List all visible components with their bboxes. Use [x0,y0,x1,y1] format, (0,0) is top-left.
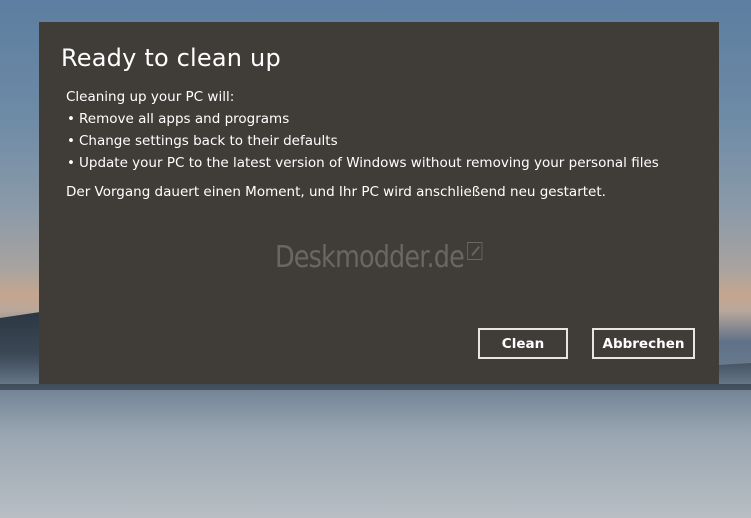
cancel-button[interactable]: Abbrechen [592,328,695,359]
bullet-icon: • [67,155,75,171]
bullet-icon: • [67,133,75,149]
background-shoreline [0,384,751,390]
watermark-text: Deskmodder.de [275,240,465,275]
cleanup-dialog: Ready to clean up Cleaning up your PC wi… [39,22,719,384]
list-item-text: Update your PC to the latest version of … [79,155,659,171]
list-item: • Update your PC to the latest version o… [66,152,659,174]
pencil-square-icon [467,242,483,260]
dialog-intro-text: Cleaning up your PC will: [66,89,235,105]
bullet-icon: • [67,111,75,127]
watermark: Deskmodder.de [275,240,483,275]
list-item-text: Change settings back to their defaults [79,133,338,149]
restart-notice: Der Vorgang dauert einen Moment, und Ihr… [66,184,606,200]
list-item-text: Remove all apps and programs [79,111,290,127]
list-item: • Change settings back to their defaults [66,130,659,152]
dialog-title: Ready to clean up [61,44,281,72]
list-item: • Remove all apps and programs [66,108,659,130]
cleanup-actions-list: • Remove all apps and programs • Change … [66,108,659,174]
desktop-background: Ready to clean up Cleaning up your PC wi… [0,0,751,518]
clean-button[interactable]: Clean [478,328,568,359]
